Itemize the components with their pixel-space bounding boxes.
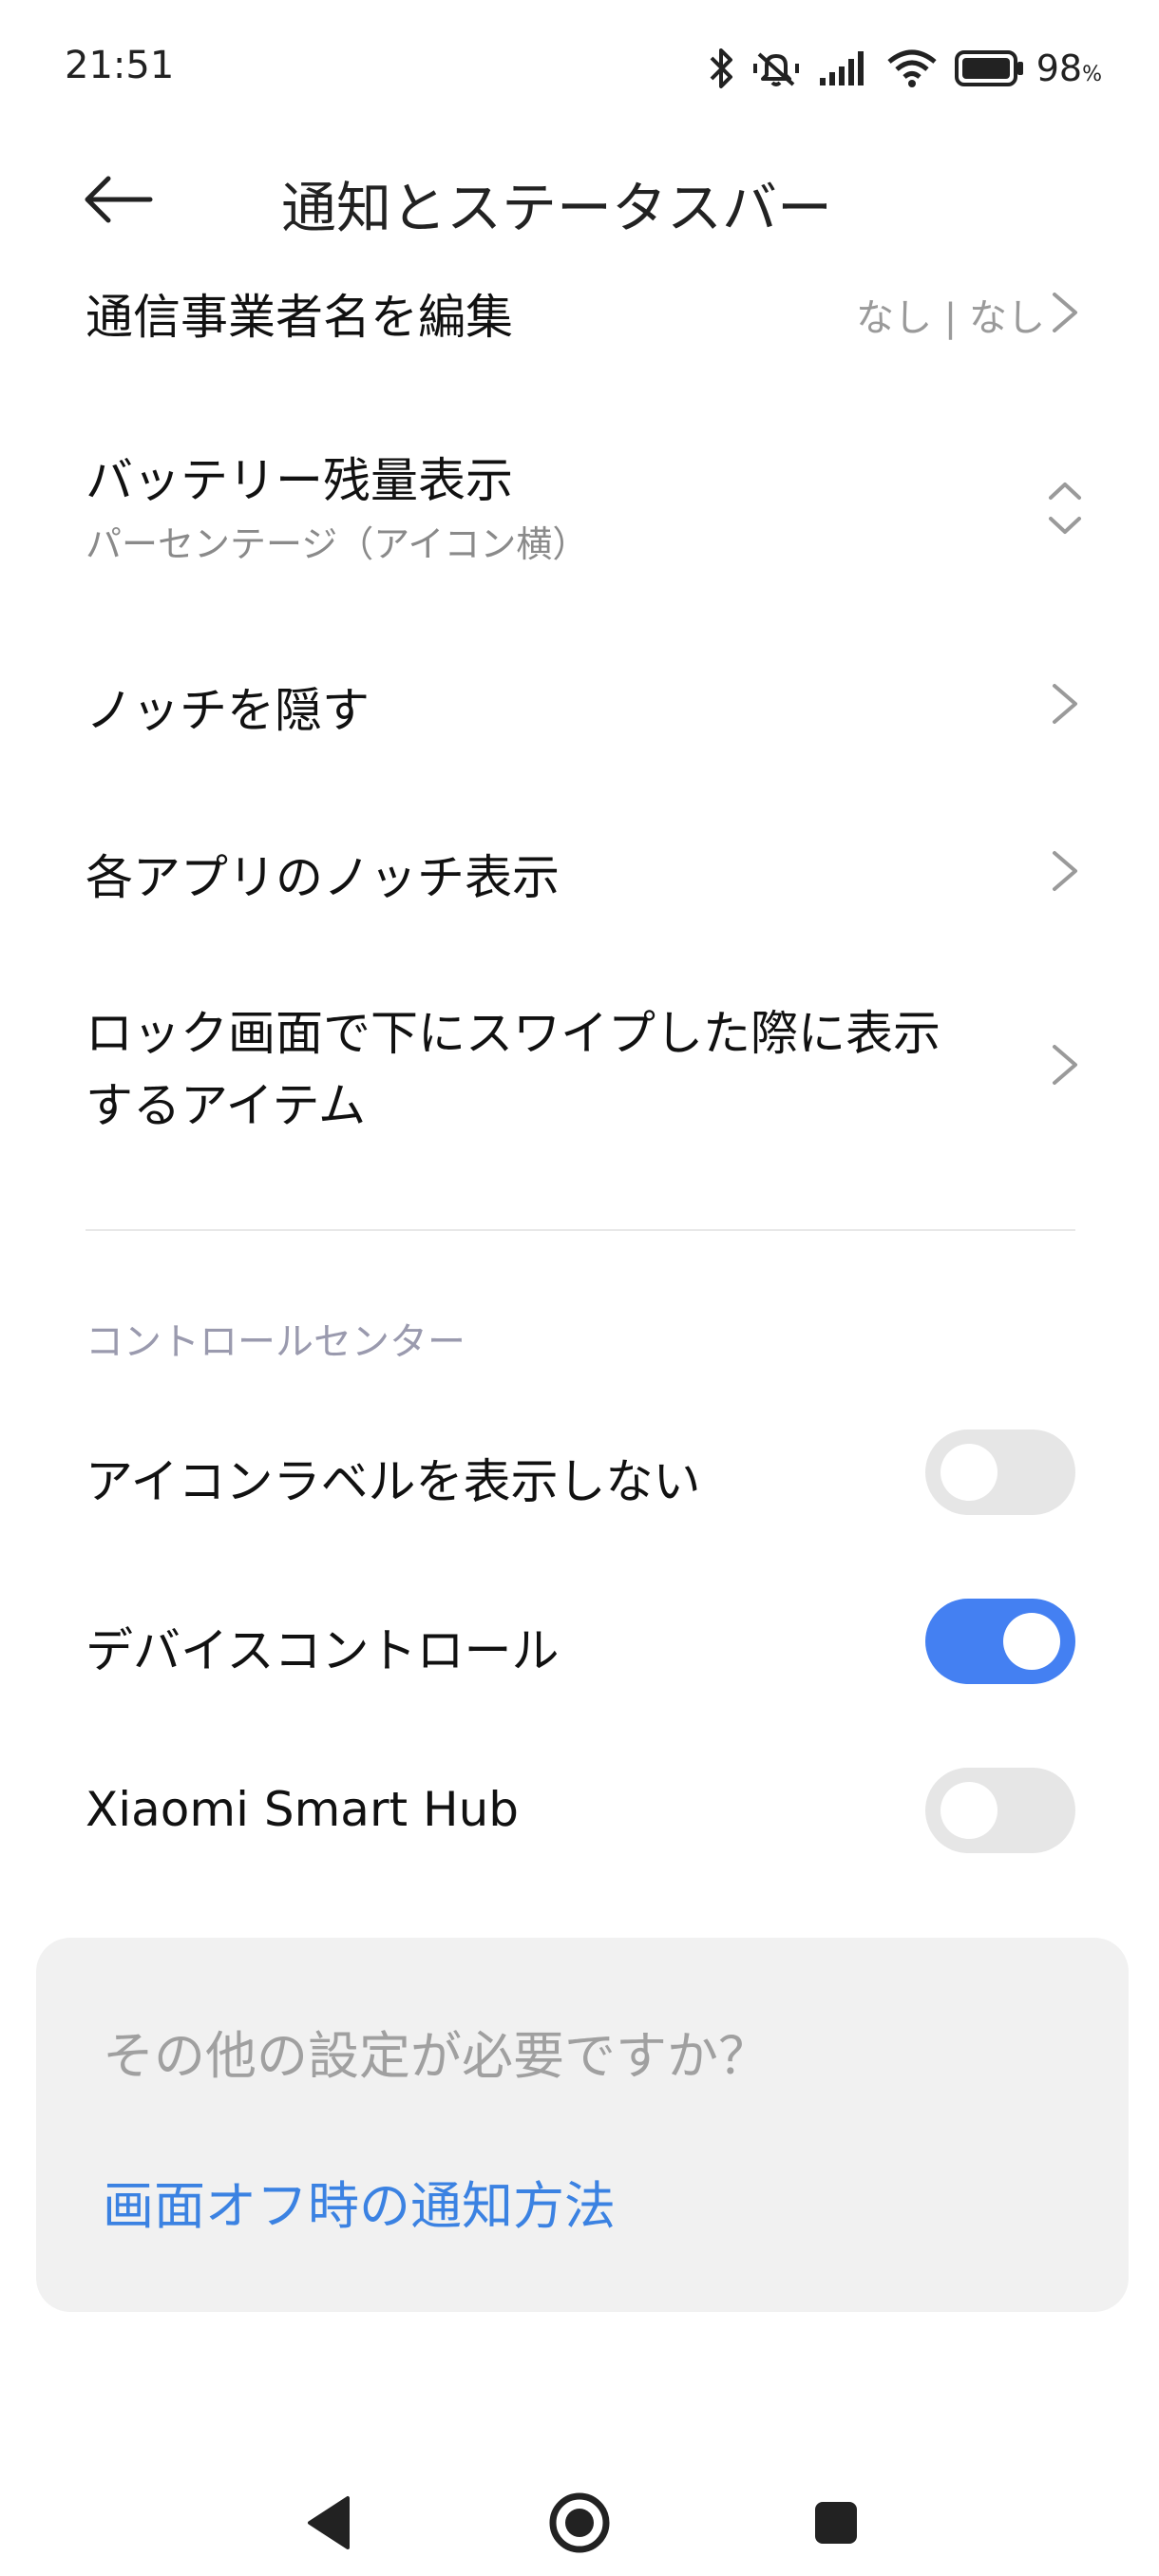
battery-icon [954, 50, 1023, 86]
home-circle-icon [549, 2492, 610, 2553]
carrier-name-value: なし | なし [856, 296, 1045, 340]
battery-display-subtitle: パーセンテージ（アイコン横） [86, 523, 589, 565]
toggle-knob [940, 1444, 998, 1501]
app-notch-row[interactable]: 各アプリのノッチ表示 [0, 823, 1159, 918]
hide-notch-title: ノッチを隠す [86, 683, 370, 738]
smart-hub-row[interactable]: Xiaomi Smart Hub [0, 1763, 1159, 1858]
battery-percent: 98% [1036, 47, 1102, 89]
device-control-title: デバイスコントロール [86, 1623, 560, 1678]
lock-swipe-row[interactable]: ロック画面で下にスワイプした際に表示 するアイテム [0, 988, 1159, 1149]
chevron-up-down-icon [1049, 483, 1081, 534]
nav-back-button[interactable] [293, 2485, 369, 2561]
header: 通知とステータスバー [0, 142, 1159, 256]
signal-icon [819, 51, 864, 85]
smart-hub-toggle[interactable] [925, 1768, 1075, 1853]
app-notch-title: 各アプリのノッチ表示 [86, 850, 560, 905]
hide-notch-row[interactable]: ノッチを隠す [0, 655, 1159, 750]
icon-label-row[interactable]: アイコンラベルを表示しない [0, 1425, 1159, 1520]
status-bar: 21:51 98% [0, 0, 1159, 133]
chevron-right-icon [1053, 1045, 1077, 1085]
device-control-toggle[interactable] [925, 1599, 1075, 1684]
carrier-name-row[interactable]: 通信事業者名を編集 なし | なし [0, 275, 1159, 361]
vibrate-off-icon [752, 52, 799, 86]
carrier-name-title: 通信事業者名を編集 [86, 290, 513, 345]
chevron-right-icon [1053, 293, 1077, 332]
lock-swipe-title-line1: ロック画面で下にスワイプした際に表示 [86, 1006, 940, 1061]
arrow-left-icon [85, 176, 153, 223]
status-time: 21:51 [65, 44, 175, 87]
section-header-control-center: コントロールセンター [86, 1320, 466, 1364]
toggle-knob [940, 1782, 998, 1839]
nav-recents-button[interactable] [798, 2485, 874, 2561]
divider [86, 1229, 1075, 1231]
suggestion-question: その他の設定が必要ですか？ [103, 2026, 770, 2086]
smart-hub-title: Xiaomi Smart Hub [86, 1782, 520, 1837]
device-control-row[interactable]: デバイスコントロール [0, 1594, 1159, 1689]
nav-home-button[interactable] [542, 2485, 618, 2561]
back-button[interactable] [80, 171, 156, 228]
status-icons: 98% [708, 42, 1102, 95]
recents-square-icon [815, 2502, 857, 2544]
bluetooth-icon [710, 48, 732, 88]
lock-swipe-title-line2: するアイテム [86, 1078, 366, 1133]
back-triangle-icon [308, 2496, 350, 2549]
suggestion-card: その他の設定が必要ですか？ 画面オフ時の通知方法 [36, 1938, 1129, 2312]
navigation-bar [0, 2451, 1159, 2576]
battery-display-row[interactable]: バッテリー残量表示 パーセンテージ（アイコン横） [0, 437, 1159, 579]
icon-label-title: アイコンラベルを表示しない [86, 1454, 701, 1509]
battery-display-title: バッテリー残量表示 [86, 453, 513, 508]
chevron-right-icon [1053, 851, 1077, 891]
screen-off-notification-link[interactable]: 画面オフ時の通知方法 [103, 2164, 616, 2239]
page-title: 通知とステータスバー [281, 176, 833, 240]
wifi-icon [887, 49, 937, 87]
toggle-knob [1003, 1613, 1060, 1670]
icon-label-toggle[interactable] [925, 1430, 1075, 1515]
chevron-right-icon [1053, 684, 1077, 724]
